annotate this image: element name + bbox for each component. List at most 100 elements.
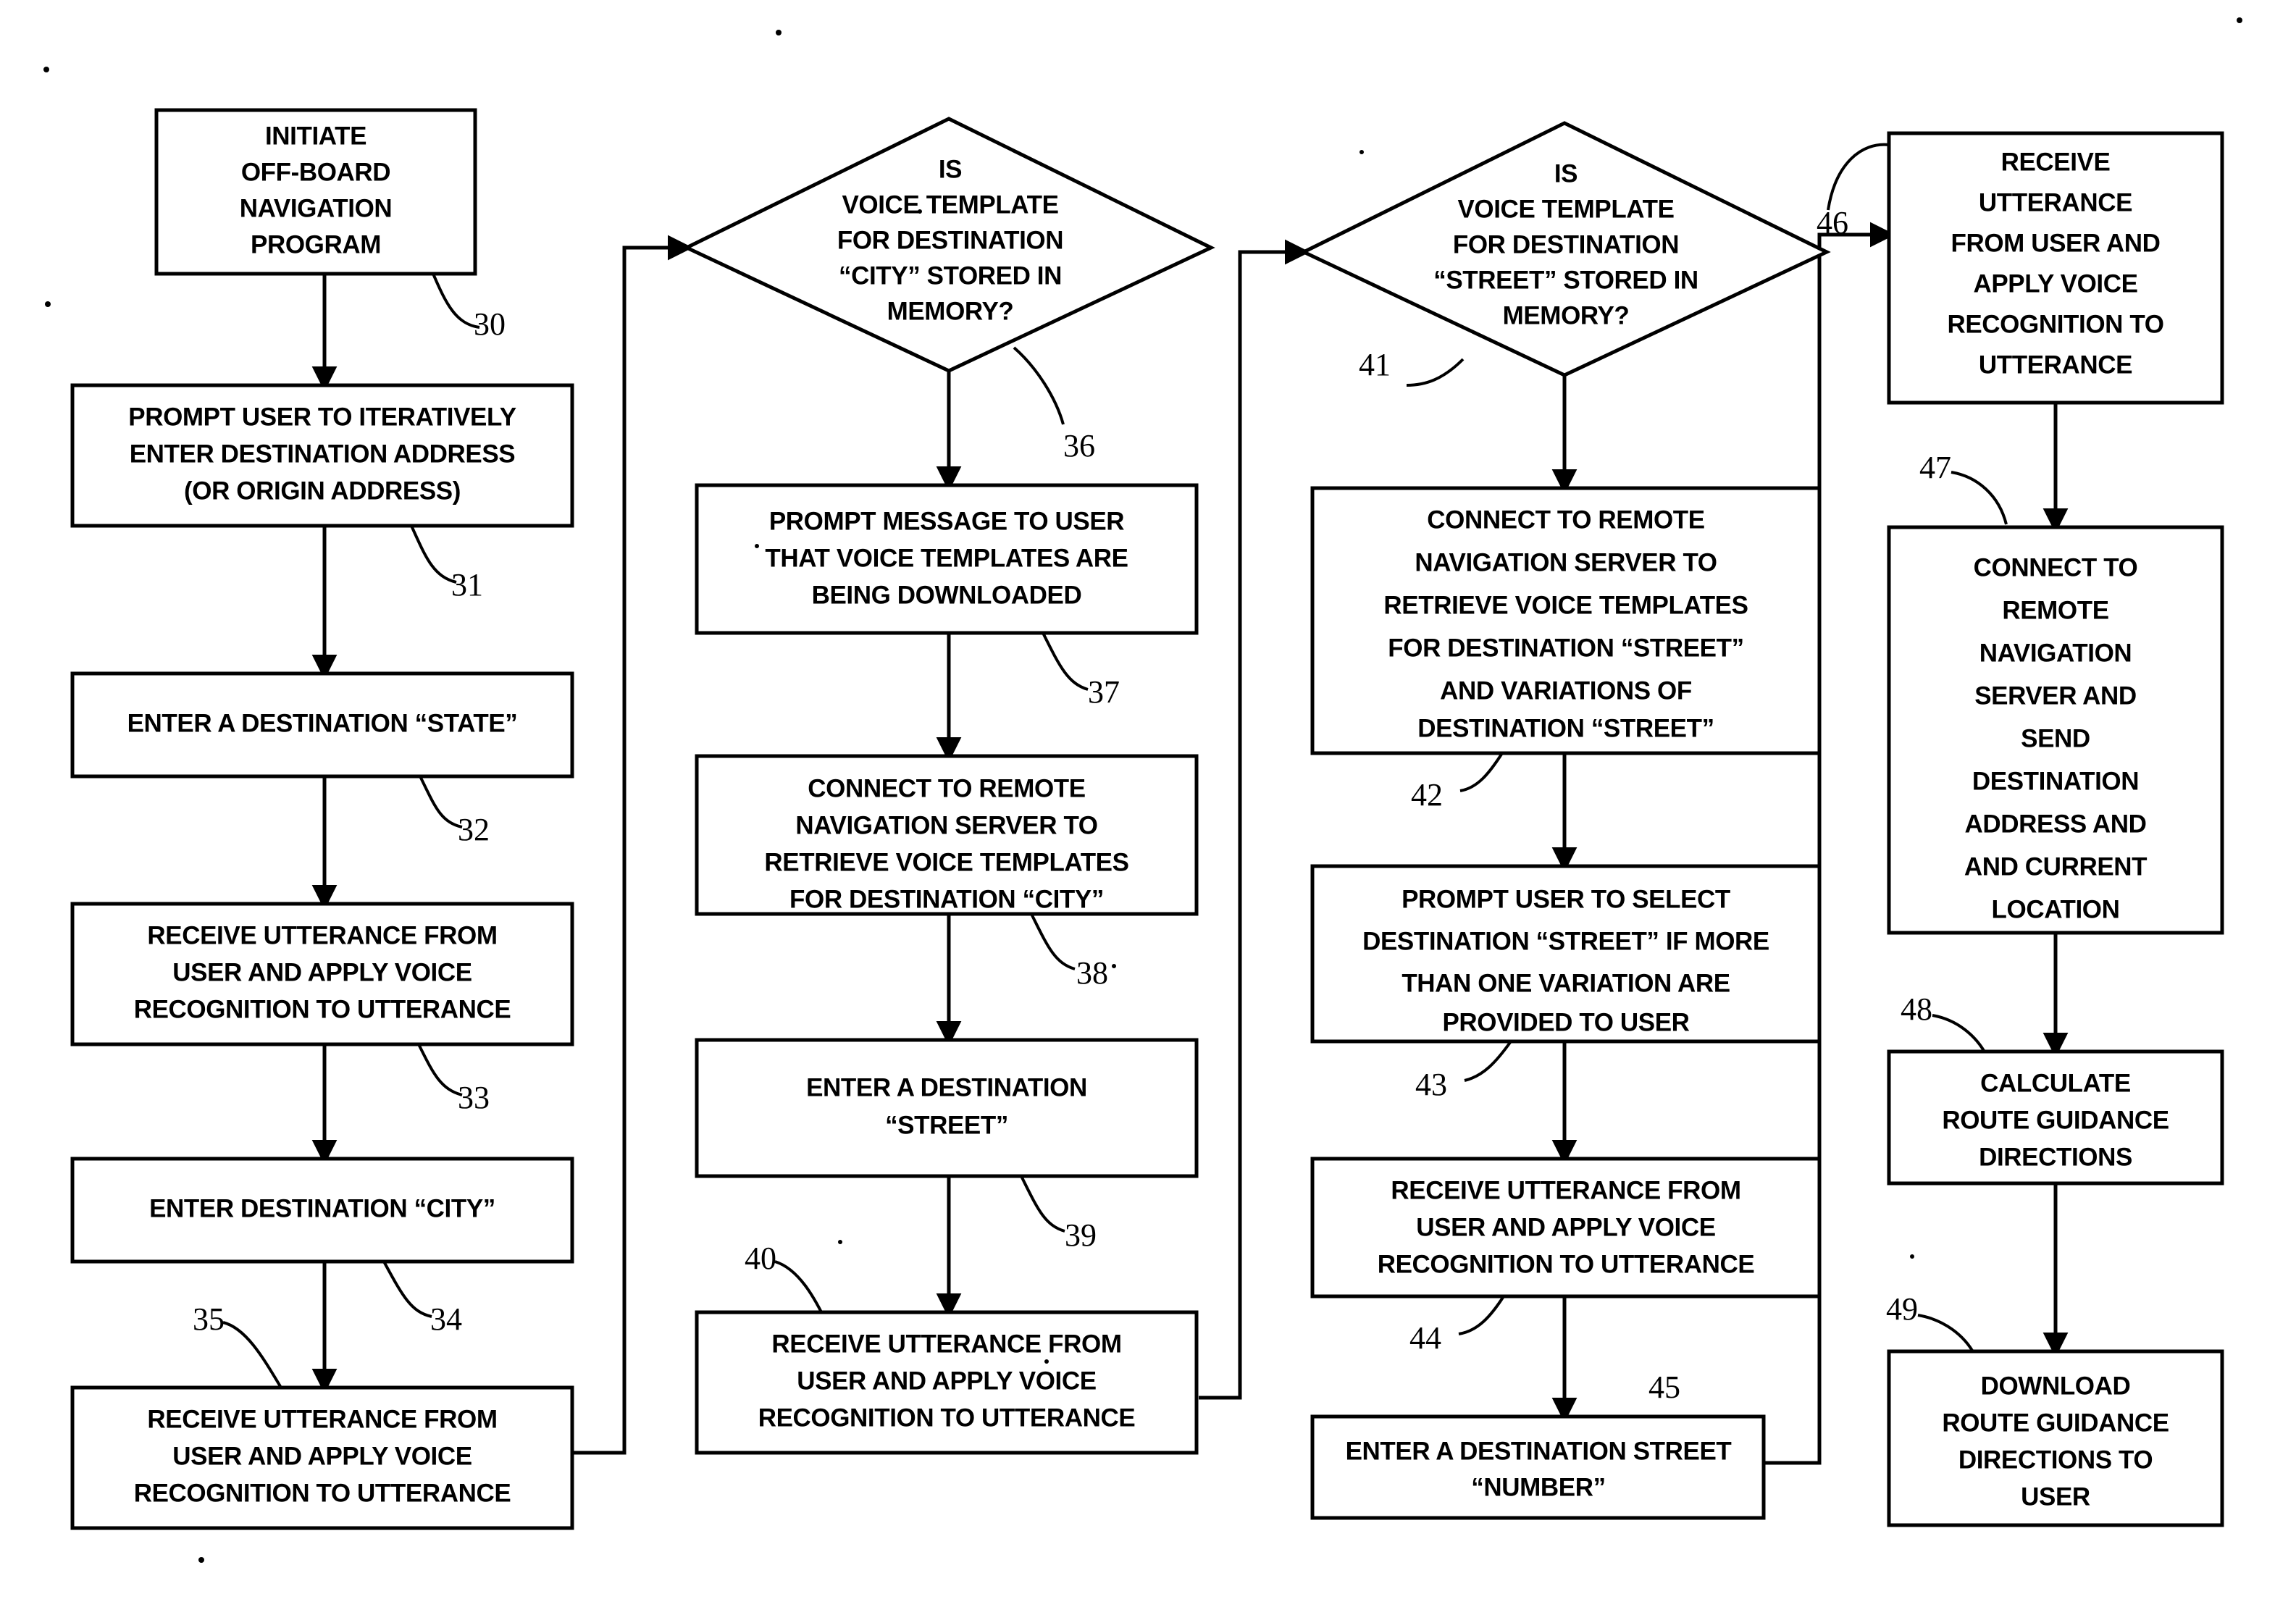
ref-46: 46 bbox=[1817, 205, 1848, 240]
node-46-line-2: FROM USER AND bbox=[1951, 229, 2160, 257]
node-31-line-0: PROMPT USER TO ITERATIVELY bbox=[128, 403, 516, 431]
node-enter-a-destination-street-number[interactable]: ENTER A DESTINATION STREET “NUMBER” bbox=[1310, 1414, 1766, 1520]
leader-37 bbox=[1042, 632, 1089, 691]
node-initiate-off-board-navigation-program[interactable]: INITIATE OFF-BOARD NAVIGATION PROGRAM bbox=[154, 108, 477, 276]
node-30-line-2: NAVIGATION bbox=[240, 194, 393, 222]
leader-44 bbox=[1458, 1295, 1505, 1335]
leader-38 bbox=[1030, 913, 1076, 970]
node-33-line-2: RECOGNITION TO UTTERANCE bbox=[134, 995, 511, 1023]
node-connect-remote-server-retrieve-city-templates[interactable]: CONNECT TO REMOTE NAVIGATION SERVER TO R… bbox=[695, 754, 1199, 916]
node-receive-utterance-number[interactable]: RECEIVE UTTERANCE FROM USER AND APPLY VO… bbox=[1887, 131, 2224, 405]
node-43-line-1: DESTINATION “STREET” IF MORE bbox=[1362, 927, 1769, 955]
ref-30: 30 bbox=[474, 306, 506, 342]
node-34-line-0: ENTER DESTINATION “CITY” bbox=[149, 1194, 495, 1222]
node-44-line-1: USER AND APPLY VOICE bbox=[1416, 1213, 1715, 1241]
node-46-line-3: APPLY VOICE bbox=[1973, 269, 2137, 298]
node-calculate-route-guidance-directions[interactable]: CALCULATE ROUTE GUIDANCE DIRECTIONS bbox=[1887, 1049, 2224, 1186]
node-47-line-8: LOCATION bbox=[1992, 895, 2120, 923]
ref-35: 35 bbox=[193, 1301, 225, 1337]
node-39-line-0: ENTER A DESTINATION bbox=[806, 1073, 1087, 1102]
node-43-line-3: PROVIDED TO USER bbox=[1442, 1008, 1689, 1036]
node-42-line-0: CONNECT TO REMOTE bbox=[1427, 505, 1704, 534]
node-30-line-3: PROGRAM bbox=[251, 230, 381, 259]
ref-39: 39 bbox=[1065, 1217, 1097, 1253]
node-41-line-0: IS bbox=[1554, 159, 1578, 188]
node-38-line-2: RETRIEVE VOICE TEMPLATES bbox=[764, 848, 1128, 876]
edge-40-41 bbox=[1199, 239, 1310, 1400]
node-prompt-message-templates-downloading[interactable]: PROMPT MESSAGE TO USER THAT VOICE TEMPLA… bbox=[695, 483, 1199, 635]
leader-43 bbox=[1464, 1040, 1512, 1082]
leader-49 bbox=[1917, 1314, 1976, 1355]
node-32-line-0: ENTER A DESTINATION “STATE” bbox=[127, 709, 518, 737]
ref-37: 37 bbox=[1088, 674, 1120, 710]
node-receive-utterance-state[interactable]: RECEIVE UTTERANCE FROM USER AND APPLY VO… bbox=[70, 902, 574, 1046]
ref-44: 44 bbox=[1409, 1320, 1441, 1356]
node-33-line-1: USER AND APPLY VOICE bbox=[172, 958, 472, 986]
node-enter-destination-city[interactable]: ENTER DESTINATION “CITY” bbox=[70, 1157, 574, 1264]
node-43-line-0: PROMPT USER TO SELECT bbox=[1402, 885, 1730, 913]
node-37-line-2: BEING DOWNLOADED bbox=[812, 581, 1082, 609]
leader-48 bbox=[1932, 1014, 1987, 1055]
node-30-line-0: INITIATE bbox=[265, 122, 366, 150]
node-40-line-1: USER AND APPLY VOICE bbox=[797, 1367, 1096, 1395]
node-receive-utterance-street[interactable]: RECEIVE UTTERANCE FROM USER AND APPLY VO… bbox=[695, 1310, 1199, 1455]
node-enter-a-destination-street[interactable]: ENTER A DESTINATION “STREET” bbox=[695, 1038, 1199, 1178]
node-38-line-0: CONNECT TO REMOTE bbox=[808, 774, 1085, 802]
leader-30 bbox=[432, 273, 480, 329]
node-prompt-user-select-street-variation[interactable]: PROMPT USER TO SELECT DESTINATION “STREE… bbox=[1310, 864, 1822, 1044]
leader-34 bbox=[382, 1261, 432, 1318]
ref-31: 31 bbox=[451, 567, 483, 603]
node-46-line-4: RECOGNITION TO bbox=[1947, 310, 2163, 338]
leader-33 bbox=[417, 1044, 463, 1096]
node-35-line-0: RECEIVE UTTERANCE FROM bbox=[147, 1405, 497, 1433]
node-enter-a-destination-state[interactable]: ENTER A DESTINATION “STATE” bbox=[70, 671, 574, 779]
node-47-line-2: NAVIGATION bbox=[1979, 639, 2132, 667]
node-45-line-0: ENTER A DESTINATION STREET bbox=[1346, 1437, 1732, 1465]
node-31-line-1: ENTER DESTINATION ADDRESS bbox=[130, 440, 516, 468]
node-49-line-1: ROUTE GUIDANCE bbox=[1942, 1409, 2169, 1437]
node-42-line-5: DESTINATION “STREET” bbox=[1417, 714, 1714, 742]
node-41-line-3: “STREET” STORED IN bbox=[1433, 266, 1698, 294]
node-receive-utterance-city[interactable]: RECEIVE UTTERANCE FROM USER AND APPLY VO… bbox=[70, 1385, 574, 1530]
leader-32 bbox=[419, 776, 463, 828]
node-download-route-guidance-directions-to-user[interactable]: DOWNLOAD ROUTE GUIDANCE DIRECTIONS TO US… bbox=[1887, 1349, 2224, 1527]
node-49-line-0: DOWNLOAD bbox=[1981, 1372, 2131, 1400]
node-is-voice-template-city-stored-in-memory[interactable]: IS VOICE TEMPLATE FOR DESTINATION “CITY”… bbox=[682, 117, 1215, 373]
leader-41 bbox=[1406, 358, 1465, 387]
ref-38: 38 bbox=[1076, 955, 1108, 991]
node-receive-utterance-street-selection[interactable]: RECEIVE UTTERANCE FROM USER AND APPLY VO… bbox=[1310, 1157, 1822, 1298]
node-31-line-2: (OR ORIGIN ADDRESS) bbox=[184, 477, 461, 505]
node-is-voice-template-street-stored-in-memory[interactable]: IS VOICE TEMPLATE FOR DESTINATION “STREE… bbox=[1299, 121, 1831, 377]
node-42-line-2: RETRIEVE VOICE TEMPLATES bbox=[1383, 591, 1748, 619]
node-40-line-0: RECEIVE UTTERANCE FROM bbox=[771, 1330, 1121, 1358]
node-prompt-user-enter-destination-address[interactable]: PROMPT USER TO ITERATIVELY ENTER DESTINA… bbox=[70, 383, 574, 528]
node-46-line-1: UTTERANCE bbox=[1979, 188, 2132, 217]
ref-45: 45 bbox=[1648, 1369, 1680, 1405]
ref-41: 41 bbox=[1359, 347, 1391, 382]
node-42-line-3: FOR DESTINATION “STREET” bbox=[1388, 634, 1743, 662]
node-36-line-4: MEMORY? bbox=[887, 297, 1014, 325]
node-37-line-0: PROMPT MESSAGE TO USER bbox=[769, 507, 1124, 535]
node-39-line-1: “STREET” bbox=[885, 1111, 1008, 1139]
node-41-line-4: MEMORY? bbox=[1503, 301, 1630, 330]
node-41-line-2: FOR DESTINATION bbox=[1453, 230, 1679, 259]
node-42-line-4: AND VARIATIONS OF bbox=[1440, 676, 1692, 705]
node-48-line-1: ROUTE GUIDANCE bbox=[1942, 1106, 2169, 1134]
node-44-line-0: RECEIVE UTTERANCE FROM bbox=[1391, 1176, 1740, 1204]
node-49-line-2: DIRECTIONS TO bbox=[1958, 1446, 2153, 1474]
leader-31 bbox=[410, 525, 457, 584]
ref-49: 49 bbox=[1886, 1291, 1918, 1327]
node-connect-remote-server-retrieve-street-templates[interactable]: CONNECT TO REMOTE NAVIGATION SERVER TO R… bbox=[1310, 486, 1822, 755]
node-48-line-2: DIRECTIONS bbox=[1979, 1143, 2132, 1171]
node-47-line-3: SERVER AND bbox=[1974, 681, 2137, 710]
node-47-line-5: DESTINATION bbox=[1972, 767, 2139, 795]
node-47-line-4: SEND bbox=[2021, 724, 2090, 752]
node-35-line-2: RECOGNITION TO UTTERANCE bbox=[134, 1479, 511, 1507]
node-33-line-0: RECEIVE UTTERANCE FROM bbox=[147, 921, 497, 949]
ref-32: 32 bbox=[458, 812, 490, 847]
ref-42: 42 bbox=[1411, 777, 1443, 813]
node-46-line-5: UTTERANCE bbox=[1979, 351, 2132, 379]
node-connect-remote-server-send-address-location[interactable]: CONNECT TO REMOTE NAVIGATION SERVER AND … bbox=[1887, 525, 2224, 935]
node-36-line-3: “CITY” STORED IN bbox=[839, 261, 1062, 290]
node-30-line-1: OFF-BOARD bbox=[241, 158, 390, 186]
